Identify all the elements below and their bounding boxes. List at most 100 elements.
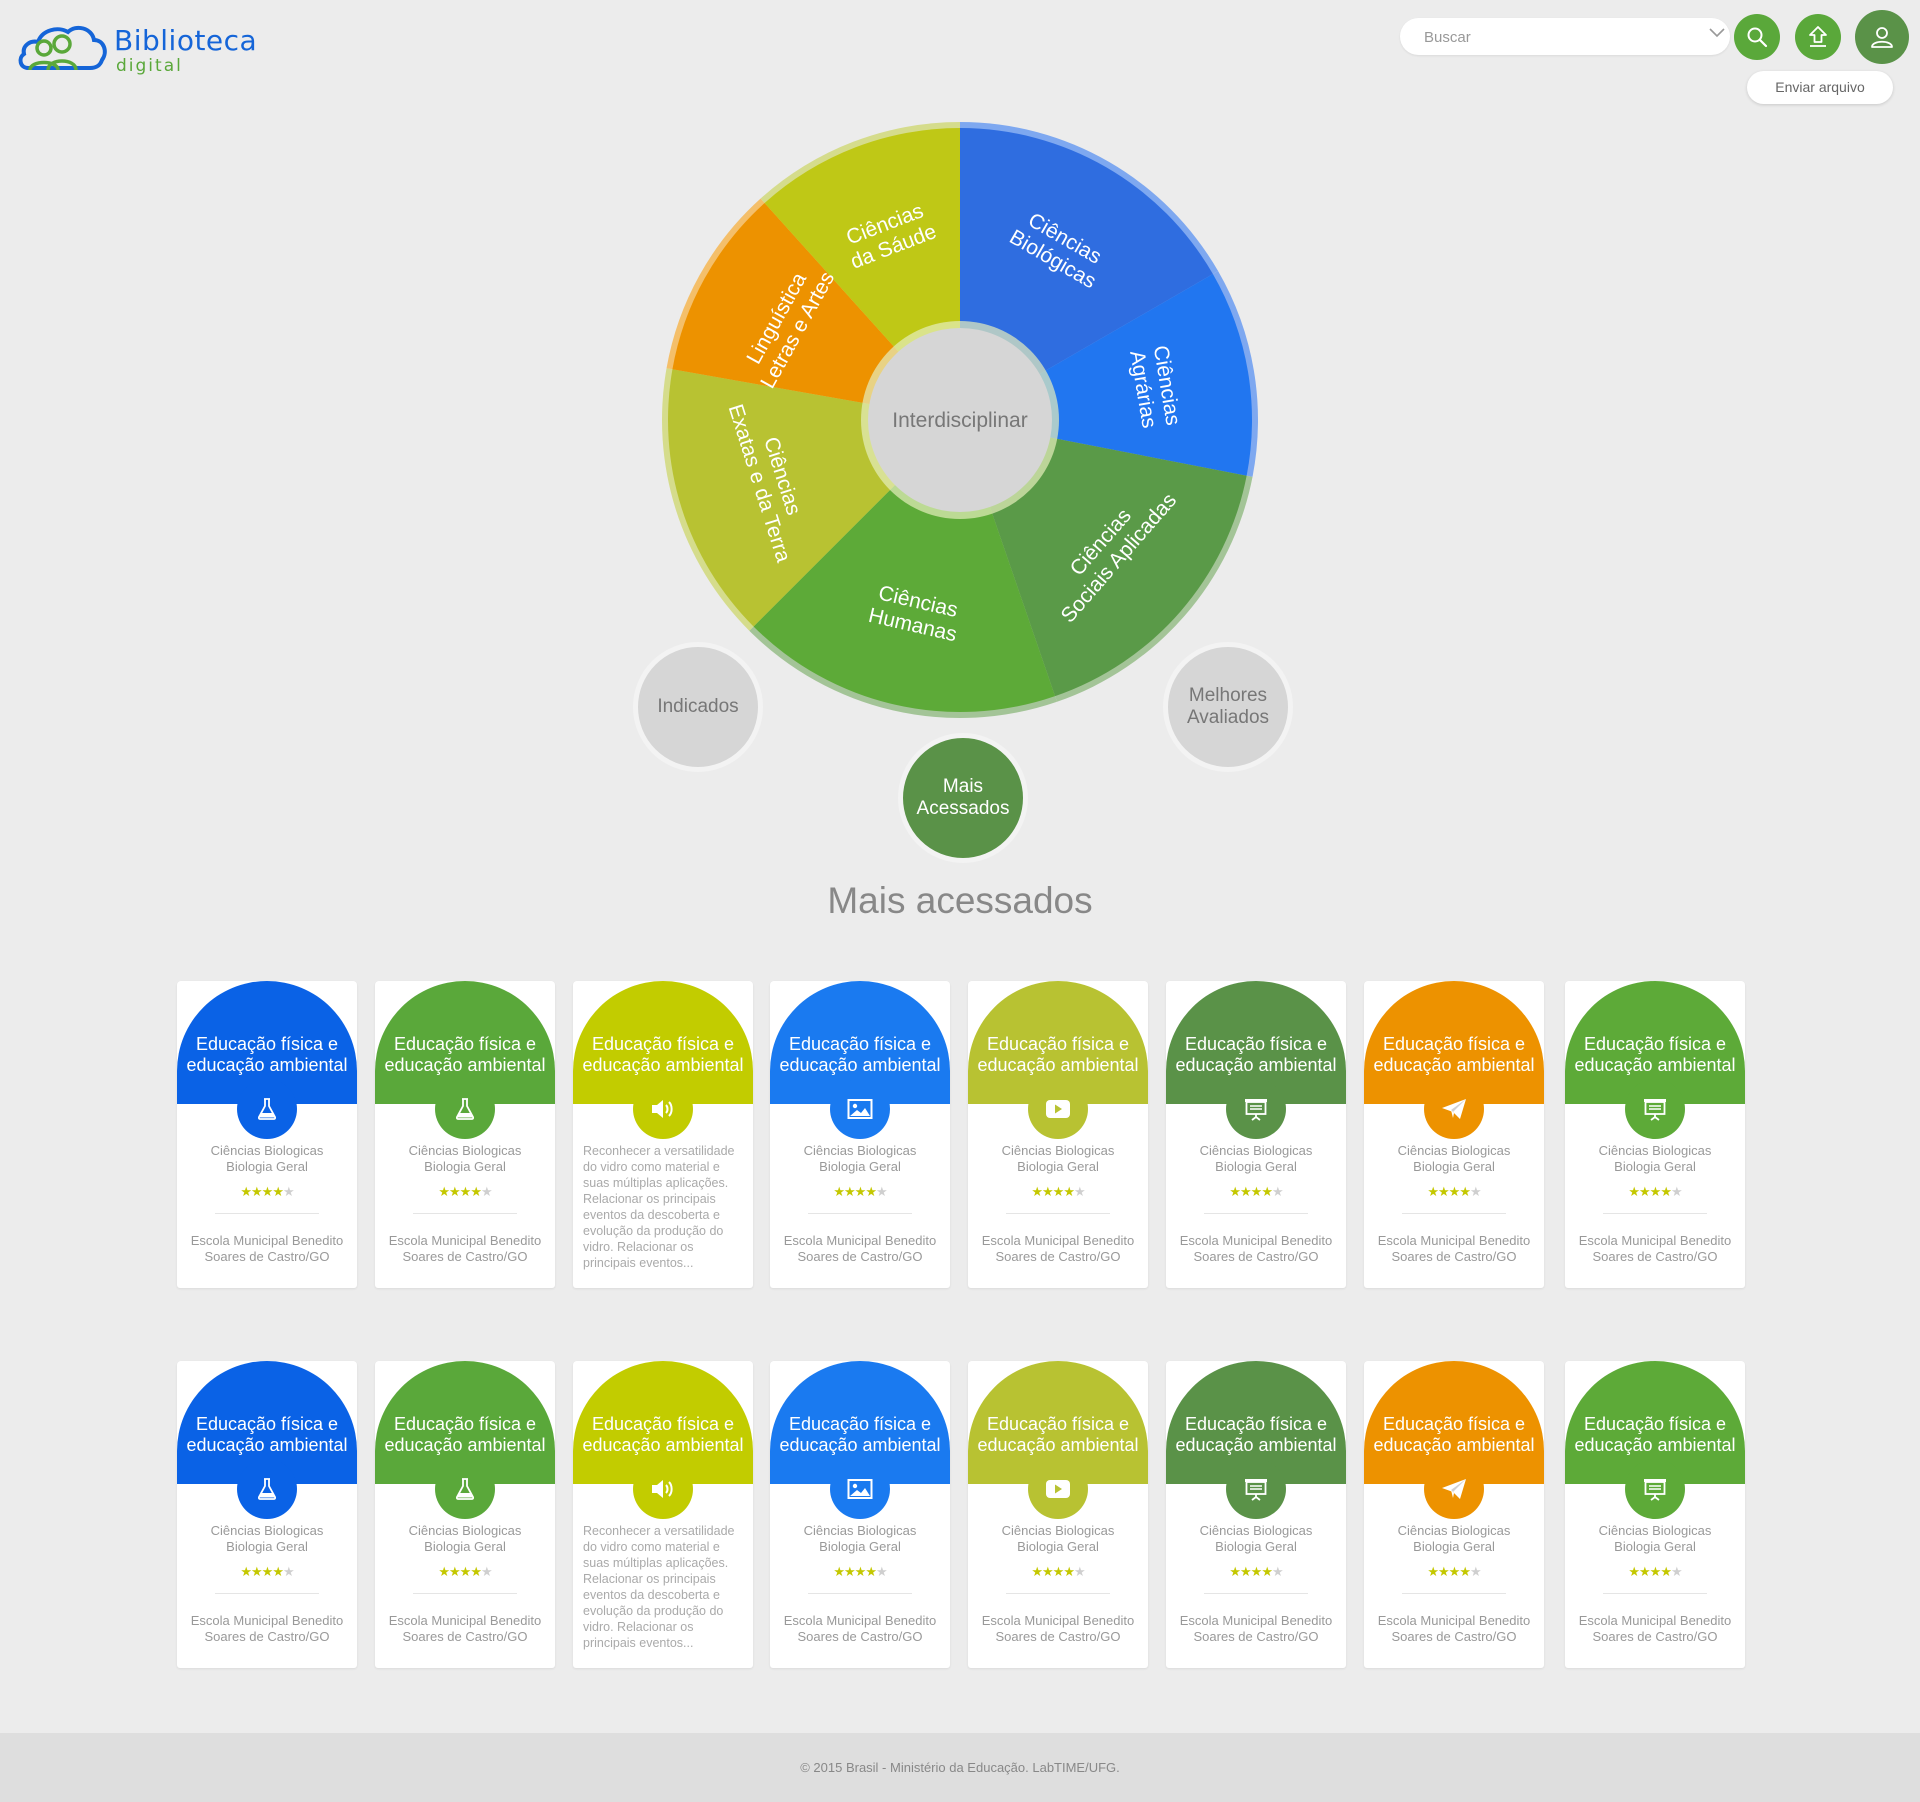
- card-title-line: educação ambiental: [582, 1435, 744, 1455]
- melhores-avaliados-button[interactable]: Melhores Avaliados: [1163, 642, 1293, 772]
- search-input[interactable]: [1422, 18, 1676, 57]
- card-title[interactable]: Educação física e educação ambiental: [770, 1414, 950, 1456]
- upload-button[interactable]: [1795, 14, 1841, 60]
- flask-icon: [435, 1079, 495, 1139]
- card-area-line: Biologia Geral: [1413, 1539, 1495, 1554]
- resource-card[interactable]: Educação física e educação ambiental Recon…: [573, 981, 753, 1288]
- resource-card[interactable]: Educação física e educação ambiental Ciênc…: [1364, 981, 1544, 1288]
- user-icon: [1871, 27, 1893, 48]
- resource-card[interactable]: Educação física e educação ambiental Recon…: [573, 1361, 753, 1668]
- card-title-line: Educação física e: [393, 1034, 537, 1054]
- card-school: Escola Municipal Benedito Soares de Castr…: [1166, 1613, 1346, 1645]
- search-icon: [1747, 27, 1768, 48]
- card-title[interactable]: Educação física e educação ambiental: [177, 1034, 357, 1076]
- star-icon: ★: [865, 1185, 877, 1200]
- resource-card[interactable]: Educação física e educação ambiental Ciênc…: [375, 981, 555, 1288]
- card-title-line: Educação física e: [986, 1034, 1130, 1054]
- resource-card[interactable]: Educação física e educação ambiental Ciênc…: [177, 981, 357, 1288]
- star-icon: ★: [1459, 1185, 1471, 1200]
- card-description-line: Reconhecer a versatilidade: [583, 1524, 735, 1538]
- star-icon: ★: [1229, 1565, 1241, 1580]
- star-icon: ★: [1628, 1185, 1640, 1200]
- resource-card[interactable]: Educação física e educação ambiental Ciênc…: [968, 981, 1148, 1288]
- cloud-users-icon: [18, 25, 107, 71]
- indicados-button[interactable]: Indicados: [633, 642, 763, 772]
- star-icon: ★: [240, 1185, 252, 1200]
- card-title[interactable]: Educação física e educação ambiental: [1565, 1414, 1745, 1456]
- card-school-line: Escola Municipal Benedito: [783, 1233, 937, 1248]
- card-school-line: Escola Municipal Benedito: [1179, 1233, 1333, 1248]
- star-icon: ★: [1240, 1565, 1252, 1580]
- resource-card[interactable]: Educação física e educação ambiental Ciênc…: [375, 1361, 555, 1668]
- star-icon: ★: [251, 1185, 263, 1200]
- card-title-line: Educação física e: [195, 1414, 339, 1434]
- card-title-line: Educação física e: [1184, 1414, 1328, 1434]
- resource-card[interactable]: Educação física e educação ambiental Ciênc…: [770, 1361, 950, 1668]
- footer: © 2015 Brasil - Ministério da Educação. …: [0, 1733, 1920, 1802]
- card-area: Ciências Biologicas Biologia Geral: [968, 1523, 1148, 1555]
- card-area-line: Ciências Biologicas: [1199, 1523, 1313, 1538]
- knowledge-area-wheel: Interdisciplinar CiênciasBiológicasCiênc…: [662, 122, 1258, 718]
- card-title[interactable]: Educação física e educação ambiental: [968, 1414, 1148, 1456]
- star-icon: ★: [1469, 1565, 1482, 1580]
- card-school: Escola Municipal Benedito Soares de Castr…: [375, 1233, 555, 1265]
- upload-icon: [1809, 26, 1827, 47]
- card-description-line: vidro. Relacionar os: [583, 1620, 694, 1634]
- resource-card[interactable]: Educação física e educação ambiental Ciênc…: [1364, 1361, 1544, 1668]
- flask-icon: [237, 1079, 297, 1139]
- card-school-line: Soares de Castro/GO: [1391, 1249, 1517, 1264]
- card-title[interactable]: Educação física e educação ambiental: [1166, 1034, 1346, 1076]
- card-title[interactable]: Educação física e educação ambiental: [573, 1414, 753, 1456]
- card-area: Ciências Biologicas Biologia Geral: [1565, 1143, 1745, 1175]
- card-title[interactable]: Educação física e educação ambiental: [1166, 1414, 1346, 1456]
- star-icon: ★: [844, 1185, 856, 1200]
- card-title-line: educação ambiental: [186, 1055, 348, 1075]
- card-title[interactable]: Educação física e educação ambiental: [770, 1034, 950, 1076]
- card-title[interactable]: Educação física e educação ambiental: [968, 1034, 1148, 1076]
- chevron-down-icon[interactable]: [1709, 28, 1725, 38]
- card-description-line: principais eventos...: [583, 1256, 694, 1270]
- resource-card[interactable]: Educação física e educação ambiental Ciênc…: [968, 1361, 1148, 1668]
- resource-card[interactable]: Educação física e educação ambiental Ciênc…: [1166, 981, 1346, 1288]
- card-title[interactable]: Educação física e educação ambiental: [1364, 1414, 1544, 1456]
- card-divider: [413, 1593, 517, 1594]
- star-icon: ★: [865, 1565, 877, 1580]
- resource-card[interactable]: Educação física e educação ambiental Ciênc…: [1565, 1361, 1745, 1668]
- card-area-line: Biologia Geral: [1017, 1159, 1099, 1174]
- card-title[interactable]: Educação física e educação ambiental: [375, 1414, 555, 1456]
- interdisciplinar-label: Interdisciplinar: [892, 409, 1027, 432]
- resource-card[interactable]: Educação física e educação ambiental Ciênc…: [177, 1361, 357, 1668]
- star-icon: ★: [1052, 1185, 1065, 1200]
- card-description-line: evolução da produção do: [583, 1604, 724, 1618]
- card-area: Ciências Biologicas Biologia Geral: [1166, 1143, 1346, 1175]
- card-school-line: Soares de Castro/GO: [1193, 1249, 1319, 1264]
- card-description-line: evolução da produção do: [583, 1224, 724, 1238]
- star-icon: ★: [1229, 1185, 1241, 1200]
- play-icon: [1028, 1459, 1088, 1519]
- card-area: Ciências Biologicas Biologia Geral: [177, 1523, 357, 1555]
- card-title-line: Educação física e: [788, 1034, 932, 1054]
- card-title[interactable]: Educação física e educação ambiental: [177, 1414, 357, 1456]
- star-icon: ★: [875, 1185, 888, 1200]
- flask-icon: [237, 1459, 297, 1519]
- star-icon: ★: [282, 1565, 295, 1580]
- resource-card[interactable]: Educação física e educação ambiental Ciênc…: [1166, 1361, 1346, 1668]
- card-divider: [215, 1213, 319, 1214]
- card-title[interactable]: Educação física e educação ambiental: [375, 1034, 555, 1076]
- card-description-line: vidro. Relacionar os: [583, 1240, 694, 1254]
- resource-card[interactable]: Educação física e educação ambiental Ciênc…: [1565, 981, 1745, 1288]
- card-school-line: Escola Municipal Benedito: [388, 1613, 542, 1628]
- mais-acessados-button[interactable]: Mais Acessados: [898, 733, 1028, 863]
- card-title-line: educação ambiental: [186, 1435, 348, 1455]
- resource-card[interactable]: Educação física e educação ambiental Ciênc…: [770, 981, 950, 1288]
- logo[interactable]: Biblioteca digital: [18, 18, 258, 78]
- user-account-button[interactable]: [1855, 10, 1909, 64]
- star-icon: ★: [449, 1185, 461, 1200]
- search-button[interactable]: [1734, 14, 1780, 60]
- card-title[interactable]: Educação física e educação ambiental: [1565, 1034, 1745, 1076]
- card-divider: [1402, 1593, 1506, 1594]
- card-title[interactable]: Educação física e educação ambiental: [573, 1034, 753, 1076]
- card-school-line: Soares de Castro/GO: [995, 1629, 1121, 1644]
- card-title[interactable]: Educação física e educação ambiental: [1364, 1034, 1544, 1076]
- star-icon: ★: [459, 1565, 472, 1580]
